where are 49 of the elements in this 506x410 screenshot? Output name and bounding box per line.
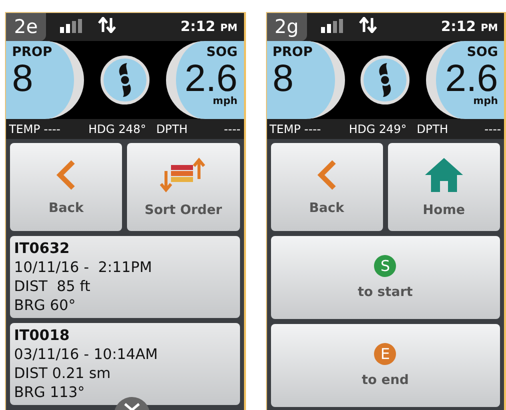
info-text: HDG 249° [348,122,407,136]
info-text: TEMP ---- [270,122,321,136]
info-text: ---- [484,122,501,136]
clock-time: 2:12 PM [441,19,498,35]
info-text: DPTH [156,122,188,136]
navigate-button[interactable]: E to end [270,324,500,407]
navigate-button[interactable]: S to start [270,236,500,319]
gauge-unit: mph [212,96,238,107]
home-button[interactable]: Home [388,143,500,231]
data-transfer-icon [98,17,116,33]
data-transfer-icon [358,17,377,33]
track-name: IT0632 [14,240,70,259]
screen-label: 2e [6,13,46,41]
chevron-left-icon [316,158,338,190]
home-icon [424,156,464,192]
waypoint-badge: S [374,255,396,277]
propeller-icon[interactable] [360,55,410,105]
track-detail: BRG 60° [14,297,76,316]
back-button[interactable]: Back [10,143,122,231]
gauge-label: PROP [12,45,54,60]
track-detail: DIST 85 ft [14,278,90,297]
info-text: TEMP ---- [9,122,60,136]
track-list-item[interactable]: IT0018 03/11/16 - 10:14AM DIST 0.21 sm BRG 113° [10,323,240,405]
gauge-unit: mph [473,96,498,107]
screen-label: 2g [266,13,307,41]
track-detail: 03/11/16 - 10:14AM [14,346,158,365]
chevron-left-icon [55,158,78,190]
back-button[interactable]: Back [270,143,383,231]
waypoint-badge: E [374,343,396,365]
signal-bars-icon [60,18,82,32]
gauge-value: 8 [272,60,295,98]
gauge-label: SOG [466,45,498,60]
gauge-label: SOG [206,45,238,60]
track-list-item[interactable]: IT0632 10/11/16 - 2:11PM DIST 85 ft BRG 60° [10,236,240,318]
sort-button[interactable]: Sort Order [127,143,240,231]
info-text: DPTH [416,122,448,136]
gauge-value: 8 [12,60,34,98]
clock-time: 2:12 PM [180,19,238,35]
sort-order-icon [159,156,208,192]
track-detail: 10/11/16 - 2:11PM [14,259,152,278]
gauge-label: PROP [272,45,314,60]
chevron-down-icon [123,402,141,410]
info-text: ---- [224,122,240,136]
track-detail: DIST 0.21 sm [14,365,111,384]
info-text: HDG 248° [88,122,146,136]
signal-bars-icon [320,18,343,32]
track-name: IT0018 [14,327,70,346]
propeller-icon[interactable] [100,55,150,105]
track-detail: BRG 113° [14,384,85,403]
